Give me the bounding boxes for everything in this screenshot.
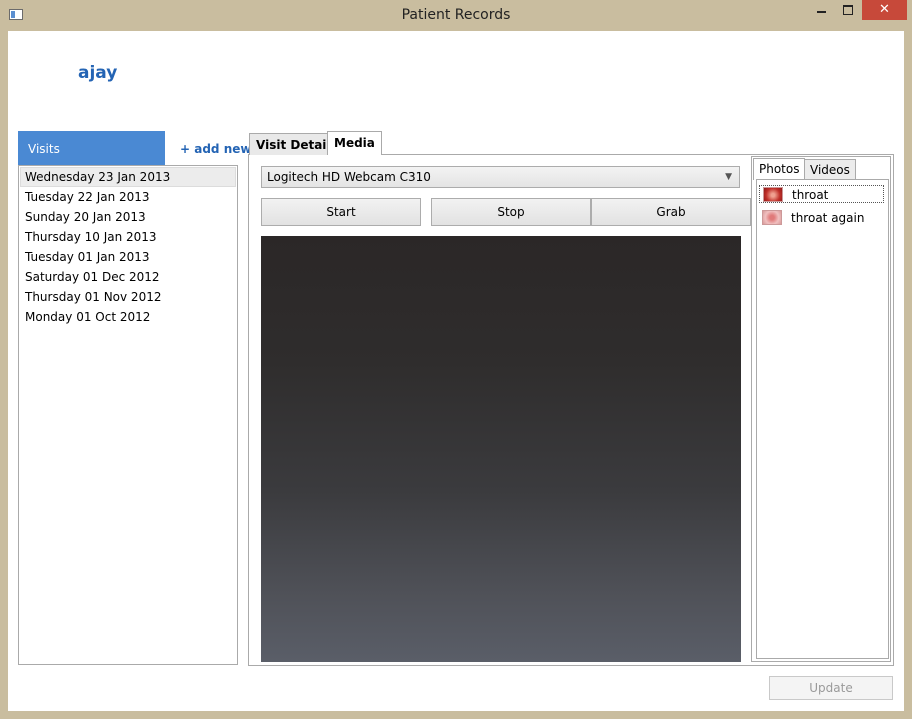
visit-item[interactable]: Thursday 01 Nov 2012 xyxy=(19,287,237,307)
close-button[interactable]: ✕ xyxy=(862,0,907,20)
app-window: Patient Records ✕ ajay Visits + add new … xyxy=(0,0,912,719)
tab-media[interactable]: Media xyxy=(327,131,382,155)
visit-item[interactable]: Tuesday 22 Jan 2013 xyxy=(19,187,237,207)
start-button[interactable]: Start xyxy=(261,198,421,226)
visits-header: Visits xyxy=(18,131,165,165)
window-title: Patient Records xyxy=(401,7,511,23)
photo-item[interactable]: throat again xyxy=(759,209,884,227)
minimize-icon xyxy=(816,11,826,13)
add-new-visit-link[interactable]: + add new xyxy=(180,142,251,156)
maximize-button[interactable] xyxy=(835,0,861,20)
maximize-icon xyxy=(843,5,853,15)
camera-select-value: Logitech HD Webcam C310 xyxy=(267,170,431,184)
chevron-down-icon: ▼ xyxy=(725,172,732,182)
patient-name: ajay xyxy=(78,63,118,83)
visits-list[interactable]: Wednesday 23 Jan 2013 Tuesday 22 Jan 201… xyxy=(18,165,238,665)
camera-select[interactable]: Logitech HD Webcam C310 ▼ xyxy=(261,166,740,188)
client-area: ajay Visits + add new Wednesday 23 Jan 2… xyxy=(8,31,904,711)
photo-thumbnail xyxy=(763,187,783,202)
photo-thumbnail xyxy=(762,210,782,225)
stop-button[interactable]: Stop xyxy=(431,198,591,226)
camera-preview xyxy=(261,236,741,662)
tab-videos[interactable]: Videos xyxy=(804,159,856,179)
minimize-button[interactable] xyxy=(808,0,834,20)
visit-item[interactable]: Monday 01 Oct 2012 xyxy=(19,307,237,327)
visit-item[interactable]: Wednesday 23 Jan 2013 xyxy=(20,167,236,187)
visit-item[interactable]: Thursday 10 Jan 2013 xyxy=(19,227,237,247)
title-bar[interactable]: Patient Records ✕ xyxy=(0,0,912,31)
visit-item[interactable]: Tuesday 01 Jan 2013 xyxy=(19,247,237,267)
tab-photos[interactable]: Photos xyxy=(753,158,806,180)
update-button[interactable]: Update xyxy=(769,676,893,700)
photos-list[interactable]: throat throat again xyxy=(756,179,889,659)
photo-item[interactable]: throat xyxy=(759,185,884,203)
photo-label: throat again xyxy=(791,211,865,225)
visit-item[interactable]: Saturday 01 Dec 2012 xyxy=(19,267,237,287)
grab-button[interactable]: Grab xyxy=(591,198,751,226)
photo-label: throat xyxy=(792,188,829,202)
visit-item[interactable]: Sunday 20 Jan 2013 xyxy=(19,207,237,227)
